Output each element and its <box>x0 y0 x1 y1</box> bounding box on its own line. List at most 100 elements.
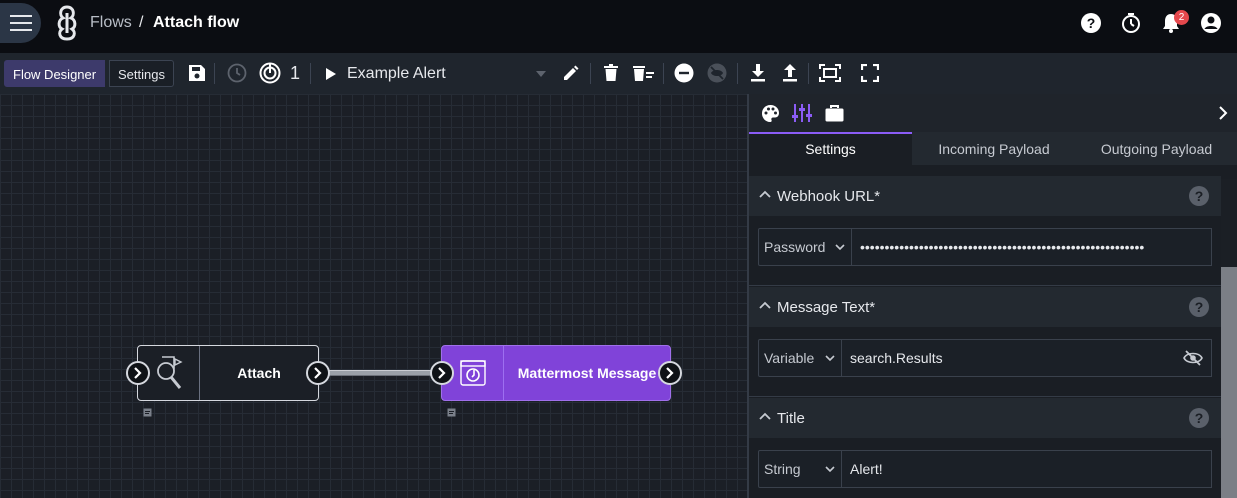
stopwatch-icon <box>1122 13 1140 33</box>
catalog-tab-button[interactable] <box>824 103 844 123</box>
tab-flow-settings[interactable]: Settings <box>109 60 174 87</box>
svg-text:?: ? <box>1087 15 1096 31</box>
hamburger-menu-button[interactable] <box>0 3 41 43</box>
field-message-text-input-row: Variable search.Results <box>758 339 1212 377</box>
delete-selection-button[interactable] <box>633 62 655 84</box>
trigger-count: 1 <box>290 63 301 83</box>
node-input-port[interactable] <box>126 361 150 385</box>
eye-off-icon[interactable] <box>1183 350 1203 366</box>
field-title: Title <box>777 410 805 427</box>
disable-node-button[interactable] <box>673 62 695 84</box>
chevron-down-icon <box>825 466 835 473</box>
webhook-url-password-input[interactable]: ••••••••••••••••••••••••••••••••••••••••… <box>852 228 1212 266</box>
field-title-input-row: String Alert! <box>758 450 1212 488</box>
schedule-button[interactable] <box>226 62 248 84</box>
menu-icon <box>9 15 32 31</box>
breadcrumb-flows-link[interactable]: Flows <box>90 14 132 32</box>
fullscreen-button[interactable] <box>859 62 881 84</box>
chevron-right-icon <box>438 367 446 379</box>
field-value: search.Results <box>850 350 943 366</box>
field-type-value: String <box>764 461 801 477</box>
node-attach[interactable]: Attach <box>137 345 319 401</box>
panel-scrollbar-upper <box>1221 179 1237 267</box>
parameters-tab-button[interactable] <box>792 103 812 123</box>
chevron-down-icon <box>835 244 845 251</box>
account-button[interactable] <box>1199 11 1223 35</box>
chevron-right-icon <box>666 367 674 379</box>
tab-outgoing-payload[interactable]: Outgoing Payload <box>1076 132 1237 165</box>
field-type-value: Password <box>764 239 826 255</box>
field-type-select[interactable]: Variable <box>758 339 842 377</box>
toolbar-divider <box>737 63 738 84</box>
save-button[interactable] <box>186 62 208 84</box>
timer-button[interactable] <box>1119 11 1143 35</box>
delete-flow-button[interactable] <box>600 62 622 84</box>
panel-tabs: Settings Incoming Payload Outgoing Paylo… <box>749 132 1237 165</box>
export-button[interactable] <box>747 62 769 84</box>
app-logo-icon[interactable] <box>55 5 79 41</box>
chevron-up-icon <box>759 412 771 420</box>
appearance-tab-button[interactable] <box>760 103 780 123</box>
flow-canvas[interactable]: Attach Mattermost Message <box>0 94 747 498</box>
help-button[interactable]: ? <box>1079 11 1103 35</box>
field-type-value: Variable <box>764 350 815 366</box>
flow-selector[interactable]: Example Alert <box>322 60 552 87</box>
tab-incoming-payload[interactable]: Incoming Payload <box>912 132 1076 165</box>
field-title-header[interactable]: Title ? <box>749 398 1221 438</box>
trash-list-icon <box>633 66 654 81</box>
field-title: Message Text* <box>777 299 876 316</box>
note-icon[interactable] <box>143 408 152 417</box>
sliders-icon <box>792 104 812 122</box>
tab-flow-designer[interactable]: Flow Designer <box>4 60 106 87</box>
toolbar-divider <box>214 63 215 84</box>
toolbar-divider <box>590 63 591 84</box>
field-type-select[interactable]: String <box>758 450 842 488</box>
panel-header <box>749 94 1237 132</box>
breadcrumb-separator: / <box>139 14 144 31</box>
import-button[interactable] <box>779 62 801 84</box>
clock-icon <box>227 63 247 83</box>
chevron-right-icon <box>134 367 142 379</box>
message-text-variable-input[interactable]: search.Results <box>842 339 1212 377</box>
help-icon[interactable]: ? <box>1189 408 1209 428</box>
field-type-select[interactable]: Password <box>758 228 852 266</box>
triggers-button[interactable] <box>259 62 281 84</box>
field-webhook-url-header[interactable]: Webhook URL* ? <box>749 176 1221 216</box>
field-message-text-header[interactable]: Message Text* ? <box>749 287 1221 327</box>
node-output-port[interactable] <box>306 361 330 385</box>
field-webhook-url-input-row: Password •••••••••••••••••••••••••••••••… <box>758 228 1212 266</box>
node-input-port[interactable] <box>430 361 454 385</box>
play-icon <box>326 68 336 80</box>
toolbar-divider <box>808 63 809 84</box>
fit-view-button[interactable] <box>819 62 841 84</box>
page-title: Attach flow <box>153 14 240 31</box>
save-icon <box>189 65 205 81</box>
note-icon[interactable] <box>447 408 456 417</box>
chevron-right-icon <box>1219 106 1228 120</box>
tab-settings[interactable]: Settings <box>749 132 912 165</box>
connection-edge[interactable] <box>329 370 433 376</box>
minus-circle-icon <box>674 63 694 83</box>
collapse-panel-button[interactable] <box>1213 103 1233 123</box>
node-output-port[interactable] <box>658 361 682 385</box>
fullscreen-icon <box>861 64 879 82</box>
mattermost-icon <box>459 360 486 386</box>
title-string-input[interactable]: Alert! <box>842 450 1212 488</box>
upload-icon <box>783 64 797 82</box>
edit-flow-button[interactable] <box>560 62 582 84</box>
help-icon[interactable]: ? <box>1189 297 1209 317</box>
palette-icon <box>761 104 779 122</box>
selected-flow-label: Example Alert <box>347 64 446 82</box>
toolbar-divider <box>310 63 311 84</box>
account-icon <box>1201 13 1221 33</box>
field-title: Webhook URL* <box>777 188 881 205</box>
panel-scrollbar-thumb[interactable] <box>1221 267 1237 498</box>
hide-node-button[interactable] <box>706 62 728 84</box>
fit-screen-icon <box>819 64 841 82</box>
help-icon[interactable]: ? <box>1189 186 1209 206</box>
download-icon <box>751 64 765 82</box>
chevron-right-icon <box>314 367 322 379</box>
chevron-up-icon <box>759 301 771 309</box>
node-mattermost-message[interactable]: Mattermost Message <box>441 345 671 401</box>
field-separator <box>749 396 1221 397</box>
